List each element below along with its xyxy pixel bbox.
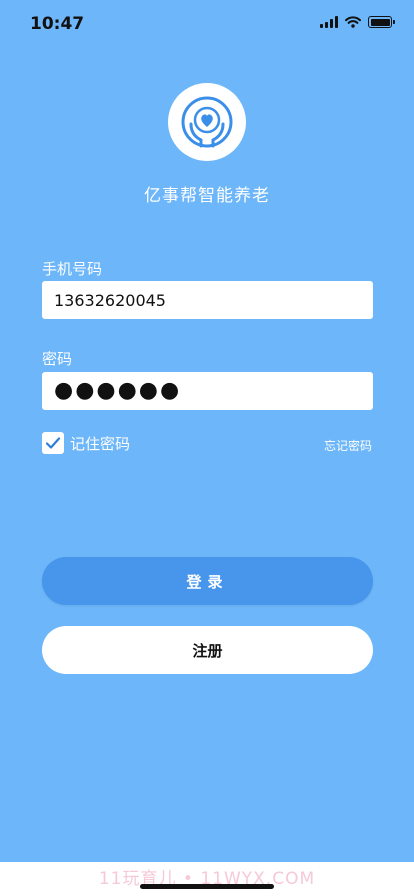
- signal-icon: [320, 16, 338, 28]
- heart-in-hands-icon: [181, 96, 233, 148]
- password-input[interactable]: ●●●●●●: [42, 372, 373, 410]
- battery-icon: [368, 16, 395, 28]
- forgot-password-link[interactable]: 忘记密码: [324, 437, 372, 454]
- status-time: 10:47: [30, 14, 85, 34]
- password-label: 密码: [42, 350, 73, 368]
- app-title: 亿事帮智能养老: [144, 186, 270, 206]
- phone-value: 13632620045: [54, 290, 166, 310]
- remember-checkbox[interactable]: [42, 432, 64, 454]
- wifi-icon: [345, 16, 361, 28]
- app-logo: [168, 83, 246, 161]
- phone-label: 手机号码: [42, 260, 103, 278]
- phone-input[interactable]: 13632620045: [42, 281, 373, 319]
- status-bar: 10:47: [0, 0, 414, 48]
- login-button[interactable]: 登录: [42, 557, 373, 605]
- remember-password[interactable]: 记住密码: [42, 432, 130, 454]
- register-button[interactable]: 注册: [42, 626, 373, 674]
- remember-label: 记住密码: [70, 434, 131, 453]
- checkmark-icon: [45, 437, 61, 449]
- status-icons: [320, 16, 395, 28]
- password-masked-value: ●●●●●●: [54, 378, 182, 403]
- home-indicator: [140, 884, 274, 889]
